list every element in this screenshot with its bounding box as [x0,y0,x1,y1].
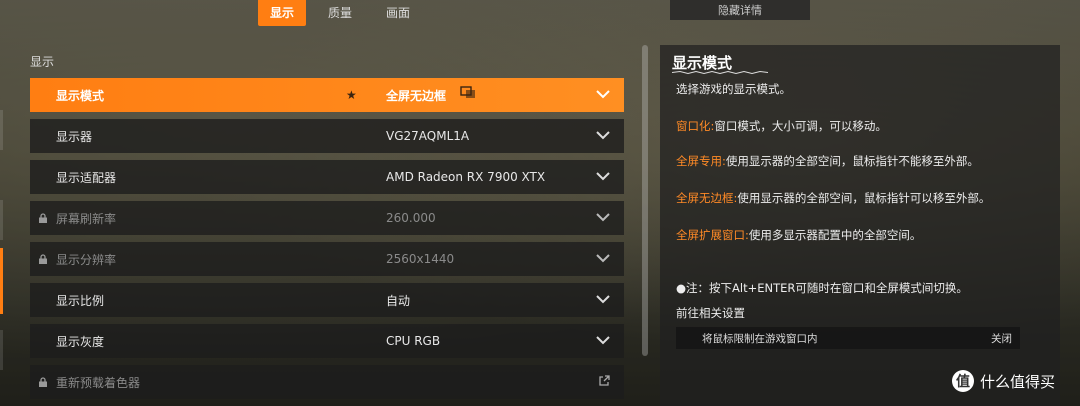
settings-list: 显示模式 ★ 全屏无边框 显示器 VG27AQML1A 显示适配器 AMD Ra… [30,78,624,406]
mode-name: 全屏专用: [676,154,726,168]
mode-desc: 使用多显示器配置中的全部空间。 [748,228,922,242]
setting-row-display-adapter[interactable]: 显示适配器 AMD Radeon RX 7900 XTX [30,160,624,194]
setting-label: 显示器 [56,129,93,144]
related-setting-label: 将鼠标限制在游戏窗口内 [702,333,818,345]
mode-item: 全屏无边框:使用显示器的全部空间，鼠标指针可以移至外部。 [676,190,990,206]
setting-label: 显示灰度 [56,334,105,349]
section-title: 显示 [30,55,55,69]
mode-desc: 使用显示器的全部空间，鼠标指针可以移至外部。 [737,191,991,205]
setting-value: 2560x1440 [386,252,455,266]
panel-note: ●注：按下Alt+ENTER可随时在窗口和全屏模式间切换。 [676,281,968,295]
panel-title: 显示模式 [672,54,733,72]
setting-label: 显示比例 [56,293,105,308]
chevron-down-icon [596,90,610,99]
mode-item: 全屏扩展窗口:使用多显示器配置中的全部空间。 [676,227,921,243]
monitor-icon [460,86,475,98]
setting-label: 重新预载着色器 [56,375,141,390]
mode-item: 全屏专用:使用显示器的全部空间，鼠标指针不能移至外部。 [676,153,979,169]
setting-row-display-mode[interactable]: 显示模式 ★ 全屏无边框 [30,78,624,112]
lock-icon [39,213,47,223]
side-nav-tick[interactable] [0,330,3,370]
setting-row-reload-shaders: 重新预载着色器 [30,365,624,399]
lock-icon [39,254,47,264]
chevron-down-icon [596,213,610,222]
setting-row-refresh-rate: 屏幕刷新率 260.000 [30,201,624,235]
tab-graphics[interactable]: 画面 [374,0,422,26]
smzdm-logo-icon: 值 [952,370,974,392]
panel-description: 选择游戏的显示模式。 [676,82,791,96]
related-settings-heading: 前往相关设置 [676,306,745,320]
watermark-text: 什么值得买 [980,372,1056,391]
details-panel: 显示模式 选择游戏的显示模式。 窗口化:窗口模式，大小可调，可以移动。 全屏专用… [660,45,1060,406]
mode-item: 窗口化:窗口模式，大小可调，可以移动。 [676,118,887,134]
related-setting-mouse-lock[interactable]: 将鼠标限制在游戏窗口内 关闭 [676,327,1020,349]
setting-row-resolution: 显示分辨率 2560x1440 [30,242,624,276]
star-icon: ★ [346,88,357,102]
title-underline [672,71,768,74]
mode-desc: 使用显示器的全部空间，鼠标指针不能移至外部。 [725,154,979,168]
chevron-down-icon [596,172,610,181]
hide-details-button[interactable]: 隐藏详情 [670,0,810,20]
side-nav-tick-active[interactable] [0,248,3,314]
lock-icon [39,377,47,387]
chevron-down-icon [596,295,610,304]
setting-label: 显示分辨率 [56,252,117,267]
mode-name: 全屏扩展窗口: [676,228,749,242]
setting-row-monitor[interactable]: 显示器 VG27AQML1A [30,119,624,153]
mode-desc: 窗口模式，大小可调，可以移动。 [714,119,887,133]
setting-value: AMD Radeon RX 7900 XTX [386,170,546,184]
tab-quality[interactable]: 质量 [316,0,364,26]
mode-name: 窗口化: [676,119,715,133]
setting-value: 全屏无边框 [386,88,447,103]
setting-value: CPU RGB [386,334,441,348]
setting-value: 自动 [386,293,411,308]
chevron-down-icon [596,131,610,140]
chevron-down-icon [596,336,610,345]
setting-row-grayscale[interactable]: 显示灰度 CPU RGB [30,324,624,358]
setting-value: 260.000 [386,211,436,225]
setting-value: VG27AQML1A [386,129,470,143]
setting-label: 显示适配器 [56,170,117,185]
mode-name: 全屏无边框: [676,191,738,205]
chevron-down-icon [596,254,610,263]
scrollbar[interactable] [642,45,648,356]
setting-row-aspect-ratio[interactable]: 显示比例 自动 [30,283,624,317]
watermark: 值 什么值得买 [952,370,1055,392]
setting-label: 屏幕刷新率 [56,211,117,226]
external-link-icon [599,375,610,386]
tab-display[interactable]: 显示 [258,0,307,26]
setting-label: 显示模式 [56,88,105,103]
side-nav-tick[interactable] [0,110,3,150]
related-setting-value: 关闭 [991,333,1012,345]
top-tabs: 显示 质量 画面 [258,0,422,26]
side-nav-tick[interactable] [0,200,3,240]
